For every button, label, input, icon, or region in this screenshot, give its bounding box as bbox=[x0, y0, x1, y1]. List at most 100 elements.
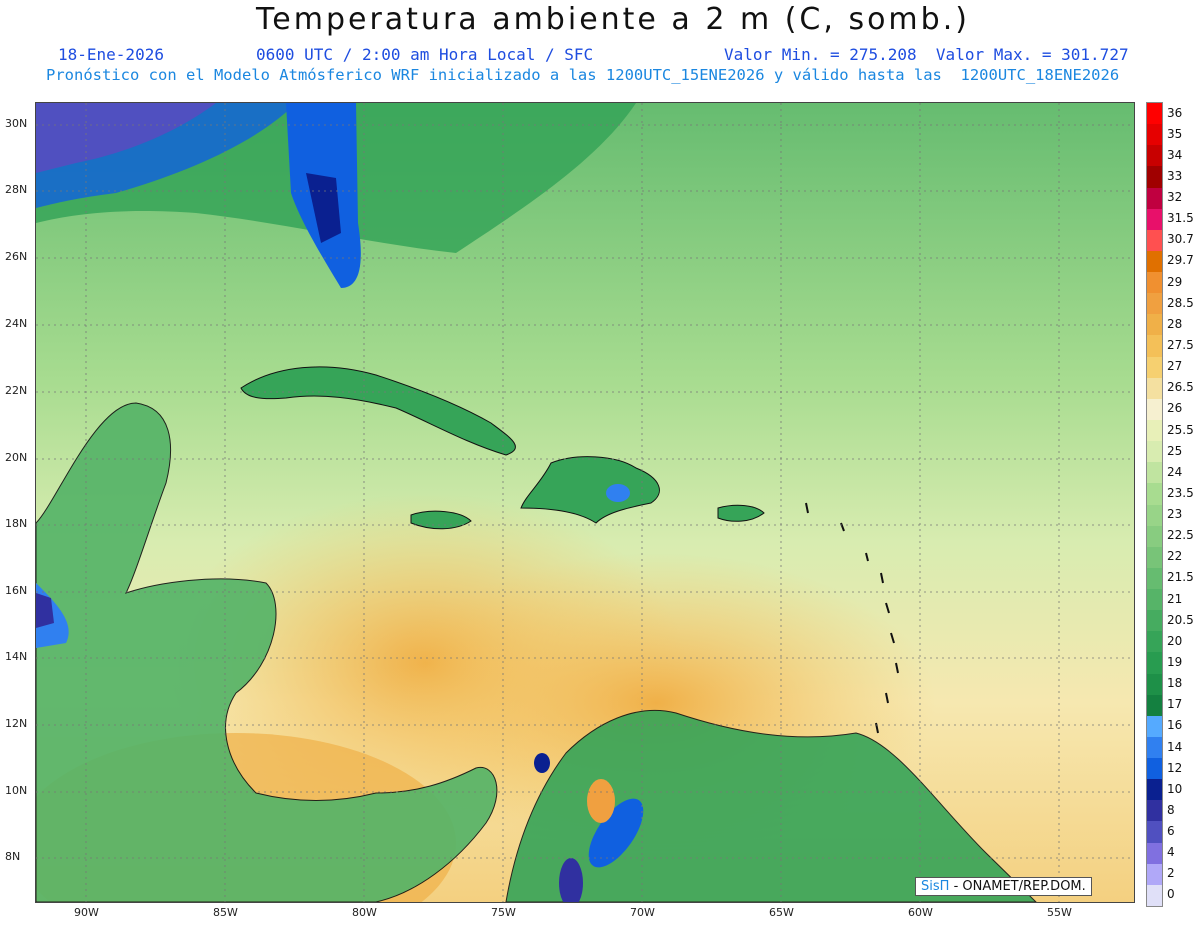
colorbar-swatch bbox=[1147, 293, 1162, 315]
colorbar-swatch bbox=[1147, 462, 1162, 484]
colorbar-label: 25.5 bbox=[1167, 422, 1194, 437]
colorbar-label: 23.5 bbox=[1167, 485, 1194, 500]
lat-label: 12N bbox=[5, 717, 28, 730]
colorbar-swatch bbox=[1147, 758, 1162, 780]
colorbar-swatch bbox=[1147, 504, 1162, 527]
colorbar-swatch bbox=[1147, 610, 1162, 632]
colorbar-label: 25 bbox=[1167, 443, 1183, 458]
lon-label: 85W bbox=[213, 906, 238, 919]
colorbar-label: 17 bbox=[1167, 697, 1183, 712]
temperature-map bbox=[16, 102, 1135, 927]
colorbar-label: 36 bbox=[1167, 105, 1183, 120]
lat-label: 26N bbox=[5, 250, 28, 263]
colorbar-swatch bbox=[1147, 208, 1162, 231]
lat-label: 10N bbox=[5, 784, 28, 797]
forecast-date: 18-Ene-2026 bbox=[58, 45, 164, 64]
colorbar-swatch bbox=[1147, 419, 1162, 442]
lat-label: 24N bbox=[5, 317, 28, 330]
colorbar-swatch bbox=[1147, 314, 1162, 336]
credit-text: - ONAMET/REP.DOM. bbox=[953, 879, 1086, 894]
colorbar-swatch bbox=[1147, 124, 1162, 146]
colorbar-swatch bbox=[1147, 187, 1162, 210]
colorbar-label: 19 bbox=[1167, 654, 1183, 669]
colorbar-label: 0 bbox=[1167, 887, 1175, 902]
credit-brand: SisΠ bbox=[921, 879, 950, 894]
map-canvas bbox=[16, 103, 1134, 927]
hispaniola-cold-spot bbox=[606, 484, 630, 502]
colorbar-swatch bbox=[1147, 145, 1162, 167]
lat-label: 18N bbox=[5, 517, 28, 530]
colorbar-swatch bbox=[1147, 567, 1162, 590]
colorbar-label: 14 bbox=[1167, 739, 1183, 754]
colorbar-swatch bbox=[1147, 166, 1162, 189]
map-title: Temperatura ambiente a 2 m (C, somb.) bbox=[256, 2, 970, 37]
colorbar-swatch bbox=[1147, 779, 1162, 801]
colorbar-label: 35 bbox=[1167, 126, 1183, 141]
colorbar-swatch bbox=[1147, 103, 1162, 125]
colorbar-label: 26.5 bbox=[1167, 380, 1194, 395]
colorbar-swatch bbox=[1147, 715, 1162, 738]
colorbar-label: 23 bbox=[1167, 507, 1183, 522]
colorbar-label: 27.5 bbox=[1167, 338, 1194, 352]
colorbar-label: 6 bbox=[1167, 824, 1175, 839]
colorbar-swatch bbox=[1147, 525, 1162, 548]
colorbar-swatch bbox=[1147, 863, 1162, 886]
forecast-description: Pronóstico con el Modelo Atmósferico WRF… bbox=[46, 66, 1120, 84]
colorbar-swatch bbox=[1147, 673, 1162, 696]
lat-label: 30N bbox=[5, 117, 28, 130]
lon-label: 80W bbox=[352, 906, 377, 919]
colorbar-swatch bbox=[1147, 821, 1162, 844]
colorbar-label: 22.5 bbox=[1167, 528, 1194, 543]
lon-label: 90W bbox=[74, 906, 99, 919]
lat-label: 8N bbox=[5, 850, 21, 863]
colorbar-label: 24 bbox=[1167, 464, 1183, 479]
colorbar-label: 18 bbox=[1167, 676, 1183, 691]
lon-label: 70W bbox=[630, 906, 655, 919]
colorbar-swatch bbox=[1147, 250, 1162, 273]
colorbar-label: 16 bbox=[1167, 718, 1183, 733]
colorbar-label: 30.7 bbox=[1167, 232, 1194, 247]
lat-label: 16N bbox=[5, 584, 28, 597]
colorbar-swatch bbox=[1147, 377, 1162, 400]
colorbar-label: 22 bbox=[1167, 549, 1183, 564]
lon-label: 55W bbox=[1047, 906, 1072, 919]
colorbar-swatch bbox=[1147, 800, 1162, 822]
lon-label: 65W bbox=[769, 906, 794, 919]
forecast-time: 0600 UTC / 2:00 am Hora Local / SFC bbox=[256, 45, 594, 64]
colorbar-swatch bbox=[1147, 842, 1162, 865]
lon-label: 60W bbox=[908, 906, 933, 919]
colorbar-label: 2 bbox=[1167, 866, 1175, 881]
colorbar-swatch bbox=[1147, 483, 1162, 505]
lat-label: 20N bbox=[5, 451, 28, 464]
colorbar-swatch bbox=[1147, 652, 1162, 675]
colorbar-swatch bbox=[1147, 694, 1162, 717]
colorbar-label: 34 bbox=[1167, 147, 1183, 162]
credit-box: SisΠ - ONAMET/REP.DOM. bbox=[915, 877, 1092, 896]
colorbar-swatch bbox=[1147, 441, 1162, 463]
colorbar-swatch bbox=[1147, 589, 1162, 611]
colorbar-label: 29 bbox=[1167, 274, 1183, 289]
lat-label: 22N bbox=[5, 384, 28, 397]
maracaibo-warm-spot bbox=[587, 779, 615, 823]
colorbar-swatch bbox=[1147, 631, 1162, 653]
colorbar-label: 33 bbox=[1167, 168, 1183, 183]
colorbar-label: 32 bbox=[1167, 190, 1183, 205]
colorbar-swatch bbox=[1147, 272, 1162, 294]
colorbar-label: 21.5 bbox=[1167, 570, 1194, 585]
lat-label: 28N bbox=[5, 183, 28, 196]
sierra-nevada-cold-spot bbox=[534, 753, 550, 773]
lon-label: 75W bbox=[491, 906, 516, 919]
colorbar-label: 21 bbox=[1167, 591, 1183, 606]
colorbar-swatch bbox=[1147, 335, 1162, 358]
colorbar-label: 28 bbox=[1167, 316, 1183, 331]
value-range: Valor Min. = 275.208 Valor Max. = 301.72… bbox=[724, 45, 1129, 64]
colorbar-label: 28.5 bbox=[1167, 295, 1194, 310]
lat-label: 14N bbox=[5, 650, 28, 663]
colorbar-swatch bbox=[1147, 736, 1162, 759]
colorbar-swatch bbox=[1147, 229, 1162, 252]
colorbar-swatch bbox=[1147, 546, 1162, 569]
colorbar-label: 31.5 bbox=[1167, 211, 1194, 226]
colorbar-label: 4 bbox=[1167, 845, 1175, 860]
colorbar-label: 29.7 bbox=[1167, 253, 1194, 268]
colorbar bbox=[1146, 102, 1163, 907]
